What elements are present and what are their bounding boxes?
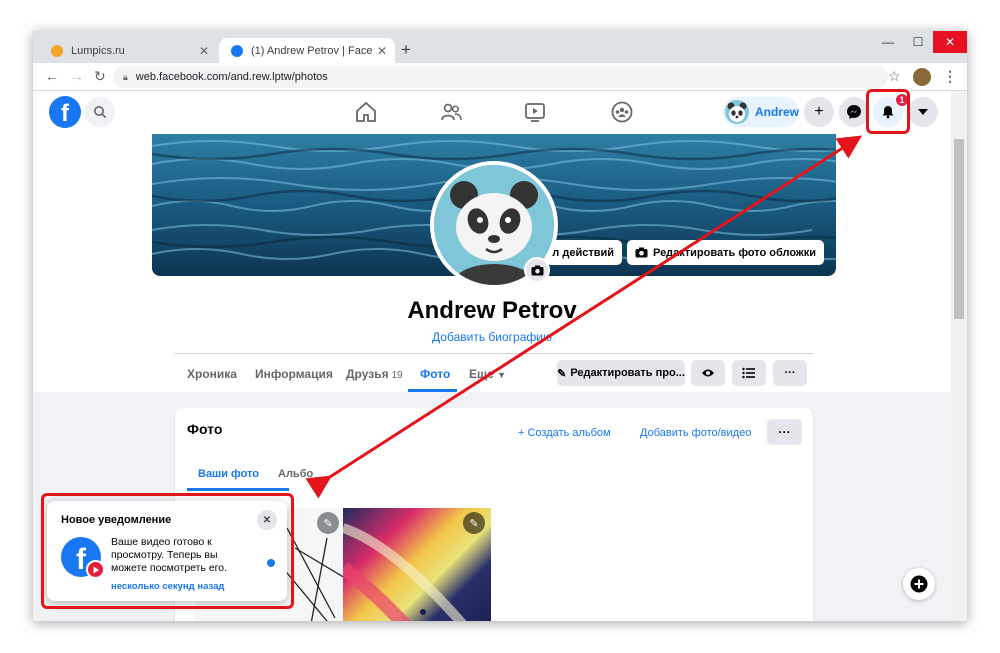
screenshot-stage: Lumpics.ru ✕ (1) Andrew Petrov | Faceboo… (0, 0, 1000, 653)
annotation-arrows (305, 135, 863, 499)
red-double-arrow (305, 135, 863, 499)
